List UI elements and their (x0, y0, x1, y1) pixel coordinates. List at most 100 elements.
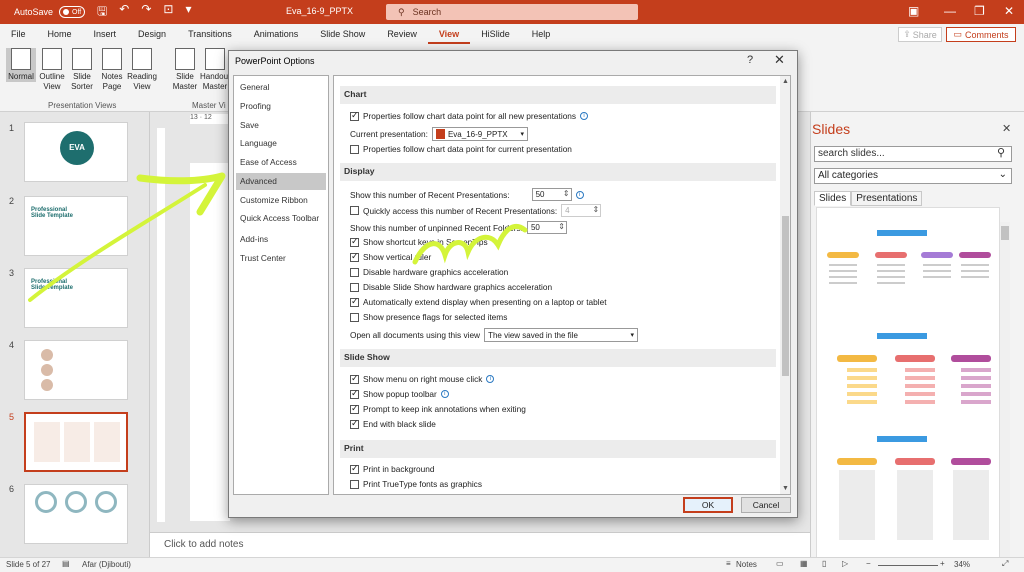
cancel-button[interactable]: Cancel (741, 497, 791, 513)
notes-icon[interactable]: ≡ (726, 559, 731, 568)
zoom-level[interactable]: 34% (954, 560, 970, 569)
ribbon-display-icon[interactable]: ▣ (908, 4, 919, 18)
slide-master-button[interactable]: Slide Master (170, 48, 200, 92)
menu-tab-slide-show[interactable]: Slide Show (309, 24, 376, 44)
option-end-black-slide[interactable]: End with black slide (350, 418, 436, 429)
section-slide-show: Slide Show (340, 349, 776, 367)
open-view-select[interactable]: The view saved in the file ▾ (484, 328, 639, 342)
help-icon[interactable]: ? (747, 54, 753, 66)
slide-thumbnail-4[interactable] (24, 340, 128, 400)
reading-view-icon[interactable]: ▯ (822, 559, 826, 568)
reading-view-button[interactable]: Reading View (127, 48, 157, 92)
current-presentation-select[interactable]: Eva_16-9_PPTX ▾ (431, 127, 528, 141)
notes-page-button[interactable]: Notes Page (97, 48, 127, 92)
nav-language[interactable]: Language (236, 135, 326, 152)
option-extend-display[interactable]: Automatically extend display when presen… (350, 296, 607, 307)
nav-add-ins[interactable]: Add-ins (236, 231, 326, 248)
option-menu-right-click[interactable]: Show menu on right mouse clicki (350, 373, 495, 384)
menu-tab-hislide[interactable]: HiSlide (470, 24, 521, 44)
option-prompt-ink[interactable]: Prompt to keep ink annotations when exit… (350, 403, 526, 414)
close-window-icon[interactable]: ✕ (1004, 4, 1014, 18)
nav-proofing[interactable]: Proofing (236, 98, 326, 115)
outline-view-button[interactable]: Outline View (37, 48, 67, 92)
zoom-out-icon[interactable]: − (866, 559, 871, 568)
option-print-background[interactable]: Print in background (350, 463, 435, 474)
info-icon: i (486, 375, 495, 383)
menu-tab-review[interactable]: Review (376, 24, 428, 44)
normal-view-icon[interactable]: ▭ (776, 559, 784, 568)
slideshow-icon[interactable]: ▷ (842, 559, 848, 568)
more-icon[interactable]: ▾ (185, 2, 191, 23)
notes-pane[interactable]: Click to add notes (150, 532, 810, 557)
menu-tab-design[interactable]: Design (127, 24, 177, 44)
undo-icon[interactable]: ↶ (119, 2, 129, 23)
option-disable-hw-accel[interactable]: Disable hardware graphics acceleration (350, 267, 508, 277)
option-truetype-graphics[interactable]: Print TrueType fonts as graphics (350, 479, 482, 489)
zoom-in-icon[interactable]: + (940, 559, 945, 568)
normal-view-button[interactable]: Normal (6, 48, 36, 82)
nav-customize-ribbon[interactable]: Customize Ribbon (236, 192, 326, 209)
gallery-scrollbar[interactable] (1000, 222, 1010, 557)
option-disable-slideshow-hw[interactable]: Disable Slide Show hardware graphics acc… (350, 282, 552, 292)
slide-thumbnail-6[interactable] (24, 484, 128, 544)
tab-slides[interactable]: Slides (814, 191, 852, 206)
autosave-toggle[interactable]: Off (59, 6, 86, 18)
options-scrollbar[interactable]: ▲ ▼ (780, 76, 790, 494)
option-vertical-ruler[interactable]: Show vertical ruler (350, 251, 431, 262)
zoom-slider[interactable] (878, 565, 938, 566)
thumb-number: 4 (9, 340, 15, 350)
option-follow-new[interactable]: Properties follow chart data point for a… (350, 110, 589, 121)
nav-quick-access-toolbar[interactable]: Quick Access Toolbar (236, 210, 326, 227)
slide-sorter-button[interactable]: Slide Sorter (67, 48, 97, 92)
nav-advanced[interactable]: Advanced (236, 173, 326, 190)
option-follow-current[interactable]: Properties follow chart data point for c… (350, 144, 572, 154)
comments-button[interactable]: ▭ Comments (946, 27, 1016, 42)
menu-tab-view[interactable]: View (427, 24, 471, 44)
scroll-down-icon: ▼ (782, 485, 789, 492)
handout-master-button[interactable]: Handout Master (200, 48, 230, 92)
slide-thumbnail-5[interactable] (24, 412, 128, 472)
option-presence-flags[interactable]: Show presence flags for selected items (350, 312, 507, 322)
maximize-icon[interactable]: ❐ (974, 4, 985, 18)
menu-tab-insert[interactable]: Insert (83, 24, 128, 44)
present-icon[interactable]: ⊡ (163, 2, 173, 23)
menu-tab-help[interactable]: Help (521, 24, 562, 44)
scroll-up-icon: ▲ (782, 78, 789, 85)
slide-thumbnail-3[interactable]: Professional Slide Template (24, 268, 128, 328)
search-icon[interactable]: ⚲ (997, 146, 1005, 159)
menu-tab-animations[interactable]: Animations (243, 24, 310, 44)
nav-general[interactable]: General (236, 79, 326, 96)
close-icon[interactable]: ✕ (774, 52, 785, 68)
menu-tab-transitions[interactable]: Transitions (177, 24, 243, 44)
sorter-view-icon[interactable]: ▦ (800, 559, 808, 568)
notes-toggle[interactable]: Notes (736, 560, 757, 569)
nav-trust-center[interactable]: Trust Center (236, 250, 326, 267)
unpinned-folders-spinner[interactable]: 50 (526, 221, 567, 234)
option-quick-access[interactable]: Quickly access this number of Recent Pre… (350, 204, 602, 217)
slide-thumbnail-2[interactable]: Professional Slide Template (24, 196, 128, 256)
nav-ease-of-access[interactable]: Ease of Access (236, 154, 326, 171)
save-icon[interactable]: 🖫 (97, 2, 107, 23)
share-button[interactable]: ⇪ Share (898, 27, 942, 42)
category-select[interactable]: All categories ⌄ (814, 168, 1012, 184)
accessibility-icon[interactable]: ▤ (62, 559, 70, 568)
search-box[interactable]: ⚲ Search (386, 4, 638, 20)
option-shortcut-keys[interactable]: Show shortcut keys in ScreenTips (350, 236, 488, 247)
option-popup-toolbar[interactable]: Show popup toolbari (350, 388, 449, 399)
close-pane-icon[interactable]: ✕ (1002, 122, 1011, 135)
ok-button[interactable]: OK (683, 497, 733, 513)
slides-search-input[interactable]: search slides... (814, 146, 1012, 162)
nav-save[interactable]: Save (236, 117, 326, 134)
fit-slide-icon[interactable]: ⤢ (1002, 559, 1008, 569)
checkbox (350, 144, 359, 154)
tab-presentations[interactable]: Presentations (851, 191, 923, 206)
minimize-icon[interactable]: — (944, 4, 956, 18)
language-status[interactable]: Afar (Djibouti) (82, 560, 131, 569)
slides-gallery[interactable] (816, 207, 1000, 560)
redo-icon[interactable]: ↷ (141, 2, 151, 23)
slide-canvas[interactable] (190, 163, 230, 521)
recent-presentations-spinner[interactable]: 50 (531, 188, 572, 201)
slide-thumbnail-1[interactable]: EVA (24, 122, 128, 182)
menu-tab-home[interactable]: Home (37, 24, 83, 44)
menu-tab-file[interactable]: File (0, 24, 37, 44)
